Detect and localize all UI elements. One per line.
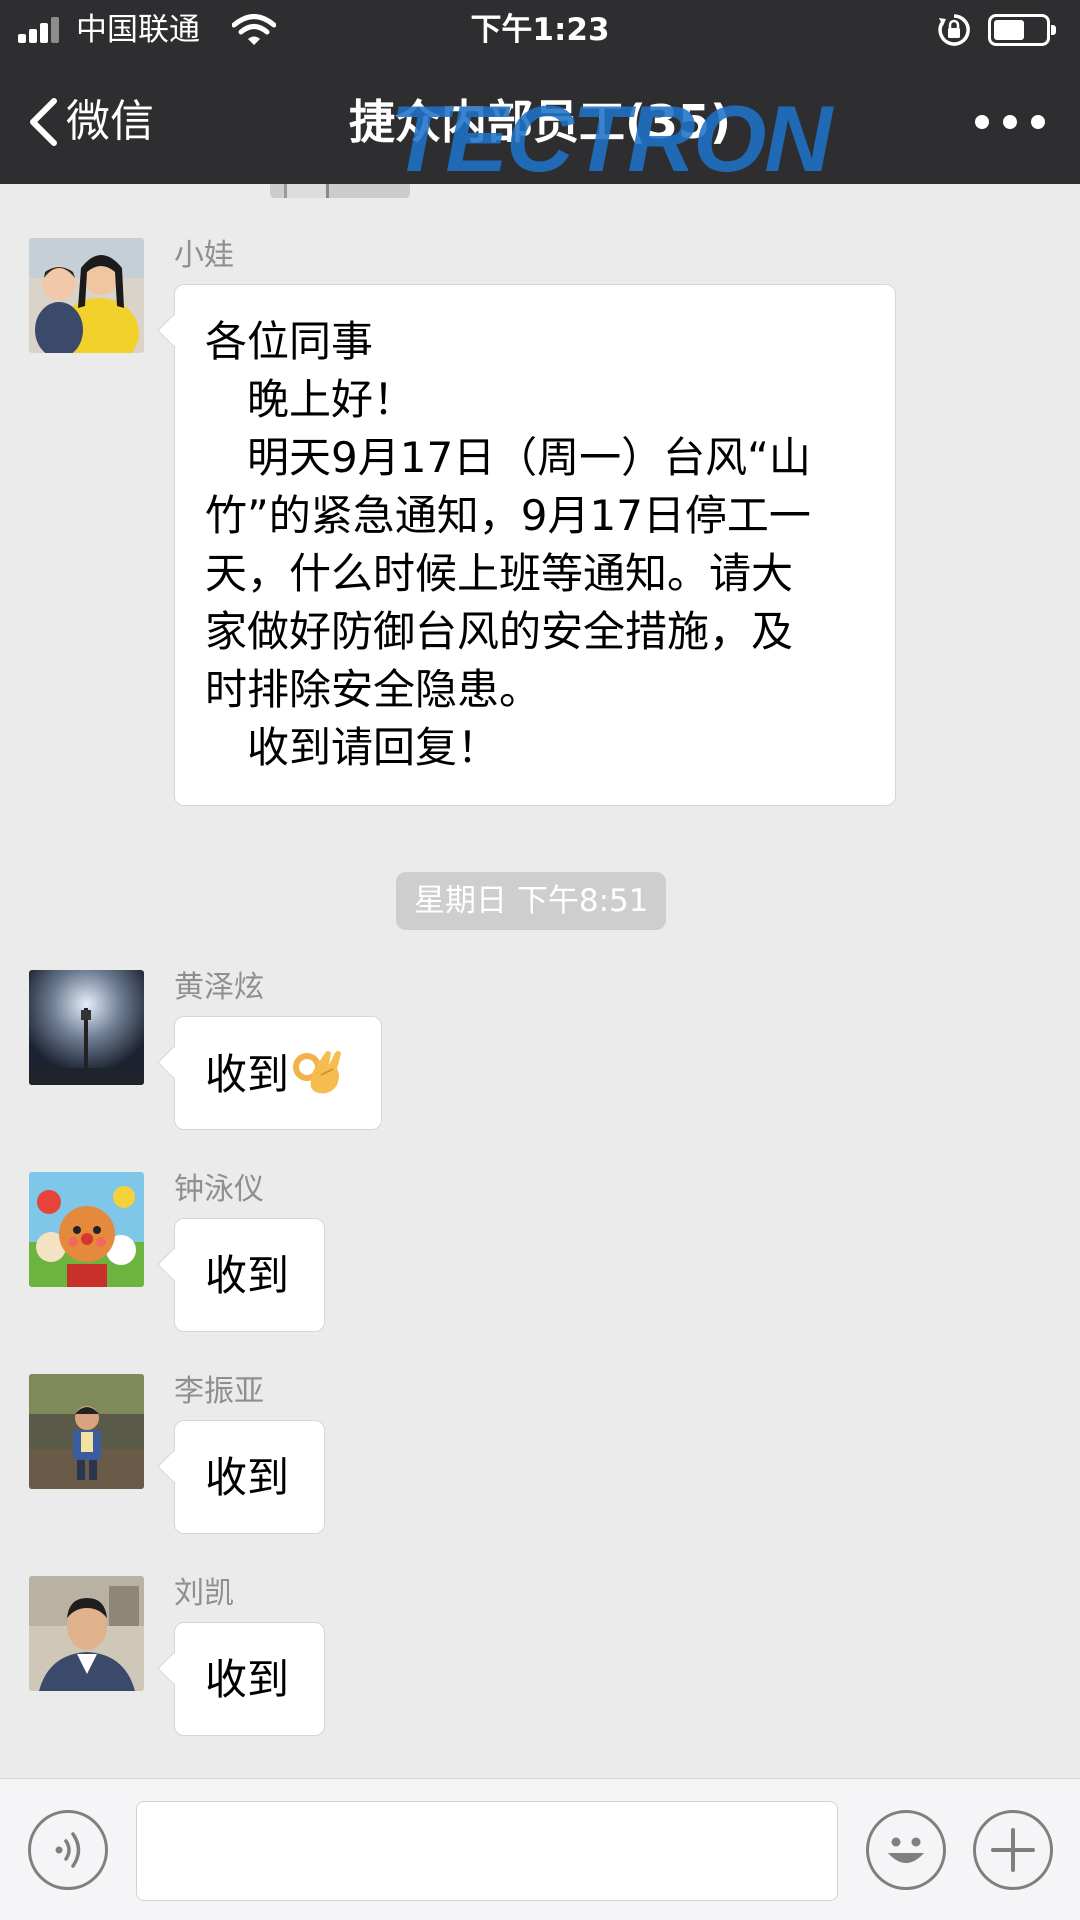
message-text-row: 收到	[205, 1045, 351, 1104]
more-dot-icon	[975, 115, 989, 129]
sender-name: 李振亚	[174, 1374, 264, 1409]
message-line: 各位同事	[205, 317, 374, 366]
previous-image-edge[interactable]	[270, 184, 410, 198]
avatar[interactable]	[29, 1576, 144, 1691]
battery-icon	[988, 14, 1056, 46]
message-bubble[interactable]: 收到	[174, 1622, 325, 1736]
ok-hand-emoji-icon	[293, 1051, 342, 1094]
message-line: 竹”的紧急通知，9月17日停工一	[205, 491, 811, 540]
rotation-lock-icon	[938, 14, 970, 46]
message-bubble[interactable]: 收到	[174, 1420, 325, 1534]
message-bubble[interactable]: 收到	[174, 1016, 382, 1130]
more-dot-icon	[1031, 115, 1045, 129]
message-bubble[interactable]: 各位同事 晚上好！ 明天9月17日（周一）台风“山 竹”的紧急通知，9月17日停…	[174, 284, 896, 806]
voice-input-button[interactable]	[28, 1810, 108, 1890]
message-line: 晚上好！	[205, 375, 416, 424]
chat-title: 捷众内部员工(35)	[348, 95, 732, 149]
timestamp: 星期日 下午8:51	[396, 872, 667, 930]
avatar-photo	[29, 1576, 144, 1691]
message-line: 时排除安全隐患。	[205, 665, 542, 714]
nav-bar: 微信 捷众内部员工(35) TECTRON	[0, 60, 1080, 186]
message-input[interactable]	[136, 1801, 838, 1901]
chat-area[interactable]: 小娃 各位同事 晚上好！ 明天9月17日（周一）台风“山 竹”的紧急通知，9月1…	[0, 184, 1080, 1778]
more-options-button[interactable]	[975, 110, 1045, 134]
input-bar	[0, 1778, 1080, 1920]
status-time: 下午1:23	[470, 12, 610, 48]
sender-name: 小娃	[174, 238, 234, 273]
message-bubble[interactable]: 收到	[174, 1218, 325, 1332]
message-text: 收到	[205, 1050, 290, 1099]
back-label: 微信	[66, 96, 154, 147]
avatar-photo	[29, 970, 144, 1085]
emoji-button[interactable]	[866, 1810, 946, 1890]
message-text: 收到	[205, 1655, 290, 1704]
chevron-left-icon	[30, 98, 57, 146]
avatar-photo	[29, 1172, 144, 1287]
avatar[interactable]	[29, 970, 144, 1085]
avatar-photo	[29, 238, 144, 353]
message-line: 天，什么时候上班等通知。请大	[205, 549, 794, 598]
plus-icon	[991, 1828, 1035, 1872]
more-dot-icon	[1003, 115, 1017, 129]
top-bar: 中国联通 下午1:23 微信 捷众内部员工(35) TECTRON	[0, 0, 1080, 186]
message-line: 明天9月17日（周一）台风“山	[205, 433, 811, 482]
message-text: 收到	[205, 1453, 290, 1502]
avatar[interactable]	[29, 1172, 144, 1287]
sender-name: 黄泽炫	[174, 970, 264, 1005]
voice-icon	[55, 1832, 81, 1868]
status-bar: 中国联通 下午1:23	[0, 0, 1080, 60]
sender-name: 刘凯	[174, 1576, 234, 1611]
smiley-icon	[888, 1837, 924, 1863]
sender-name: 钟泳仪	[174, 1172, 264, 1207]
avatar[interactable]	[29, 1374, 144, 1489]
avatar-photo	[29, 1374, 144, 1489]
back-button[interactable]: 微信	[26, 90, 154, 154]
more-functions-button[interactable]	[973, 1810, 1053, 1890]
avatar[interactable]	[29, 238, 144, 353]
message-line: 家做好防御台风的安全措施，及	[205, 607, 794, 656]
message-text: 收到	[205, 1251, 290, 1300]
message-line: 收到请回复！	[205, 723, 500, 772]
